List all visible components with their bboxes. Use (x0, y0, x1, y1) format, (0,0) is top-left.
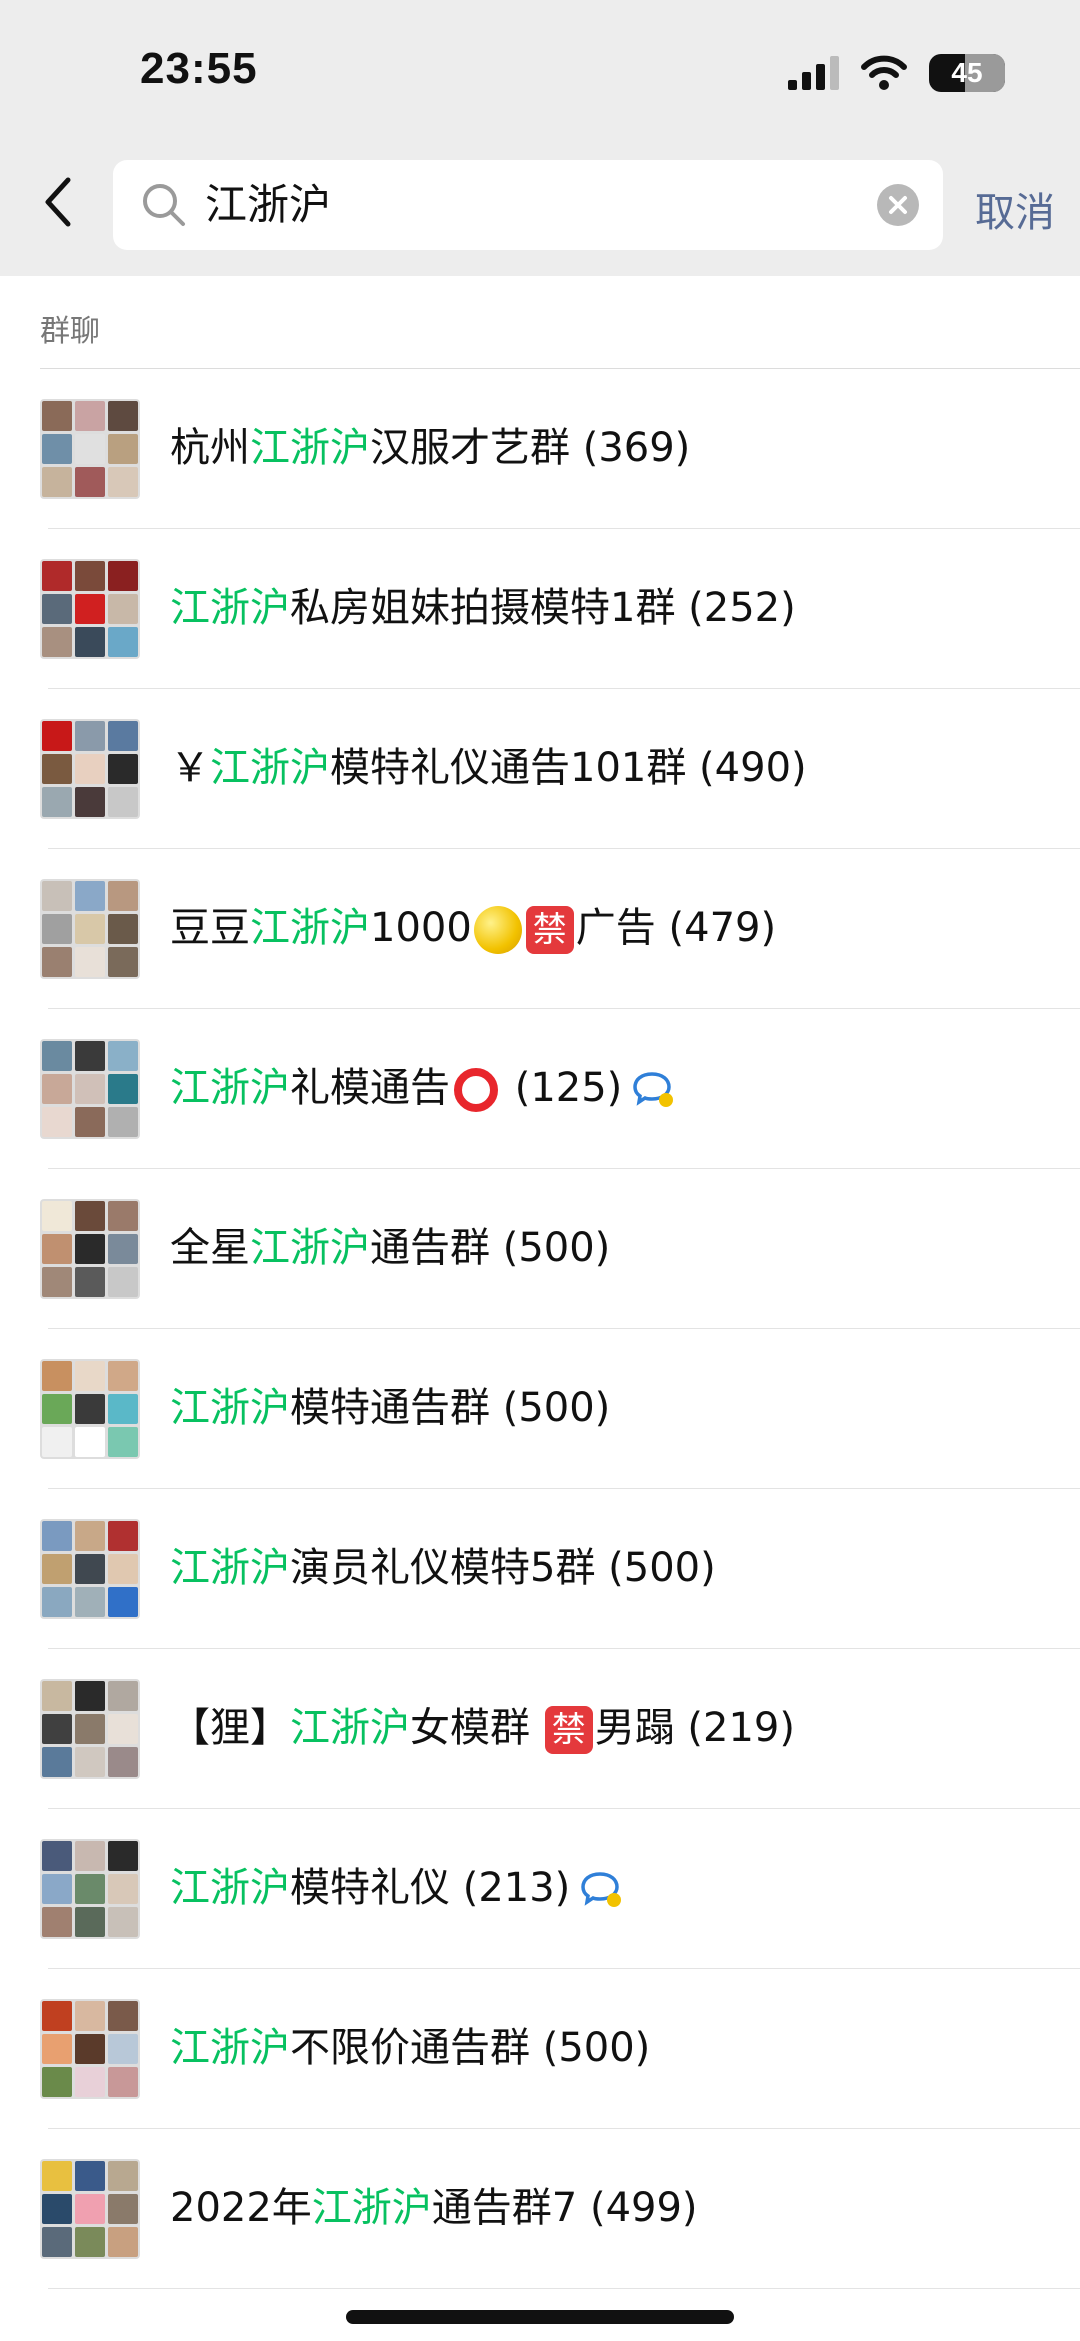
battery-indicator: 45 (929, 54, 1005, 92)
group-avatar (40, 719, 140, 819)
group-name-tail: (125) (502, 1065, 623, 1111)
group-avatar (40, 1519, 140, 1619)
group-name-prefix: 2022年 (170, 2185, 312, 2231)
group-name: 江浙沪私房姐妹拍摄模特1群 (252) (170, 577, 796, 639)
group-name-prefix: ￥ (170, 745, 210, 791)
group-item[interactable]: 2022年江浙沪通告群7 (499) (0, 2129, 1080, 2289)
top-bar: 23:55 45 江浙沪 取消 (0, 0, 1080, 276)
group-item[interactable]: 江浙沪礼模通告 (125) (0, 1009, 1080, 1169)
group-item[interactable]: ￥江浙沪模特礼仪通告101群 (490) (0, 689, 1080, 849)
chevron-left-icon (45, 177, 71, 227)
group-name: ￥江浙沪模特礼仪通告101群 (490) (170, 737, 807, 799)
group-avatar (40, 2159, 140, 2259)
back-button[interactable] (38, 172, 78, 232)
group-name-suffix: 模特礼仪通告101群 (490) (330, 745, 807, 791)
group-name: 江浙沪演员礼仪模特5群 (500) (170, 1537, 716, 1599)
search-match-highlight: 江浙沪 (170, 585, 290, 631)
close-icon (889, 196, 907, 214)
search-icon (143, 184, 185, 226)
cellular-signal-icon (788, 56, 839, 90)
group-avatar (40, 1839, 140, 1939)
group-name: 2022年江浙沪通告群7 (499) (170, 2177, 698, 2239)
group-item[interactable]: 豆豆江浙沪1000 禁广告 (479) (0, 849, 1080, 1009)
group-name: 全星江浙沪通告群 (500) (170, 1217, 610, 1279)
group-avatar (40, 399, 140, 499)
status-icons: 45 (788, 50, 1005, 96)
group-name-suffix: 通告群 (500) (370, 1225, 611, 1271)
group-name-prefix: 全星 (170, 1225, 250, 1271)
group-list: 杭州江浙沪汉服才艺群 (369) 江浙沪私房姐妹拍摄模特1群 (252) ￥江浙沪模… (0, 369, 1080, 2289)
group-item[interactable]: 江浙沪模特通告群 (500) (0, 1329, 1080, 1489)
group-avatar (40, 1039, 140, 1139)
group-avatar (40, 1999, 140, 2099)
group-name-suffix: 模特通告群 (500) (290, 1385, 611, 1431)
prohibited-emoji-icon: 禁 (544, 1706, 593, 1754)
group-name-suffix: 礼模通告 (290, 1065, 450, 1111)
group-name: 【狸】江浙沪女模群 禁男蹋 (219) (170, 1697, 795, 1759)
group-name: 江浙沪礼模通告 (125) (170, 1057, 676, 1119)
group-name: 江浙沪不限价通告群 (500) (170, 2017, 650, 2079)
chat-bubble-icon (581, 1872, 622, 1907)
clear-search-button[interactable] (877, 184, 919, 226)
group-item[interactable]: 全星江浙沪通告群 (500) (0, 1169, 1080, 1329)
row-divider (48, 2288, 1080, 2289)
group-name-tail: 男蹋 (219) (594, 1705, 795, 1751)
group-item[interactable]: 江浙沪不限价通告群 (500) (0, 1969, 1080, 2129)
section-title: 群聊 (40, 314, 100, 349)
search-match-highlight: 江浙沪 (311, 2185, 432, 2231)
search-box[interactable]: 江浙沪 (113, 160, 943, 250)
group-name-prefix: 【狸】 (170, 1705, 290, 1751)
status-time: 23:55 (140, 44, 258, 93)
group-item[interactable]: 江浙沪私房姐妹拍摄模特1群 (252) (0, 529, 1080, 689)
red-circle-emoji-icon (454, 1068, 498, 1112)
search-match-highlight: 江浙沪 (290, 1705, 410, 1751)
search-match-highlight: 江浙沪 (210, 745, 330, 791)
wifi-icon (861, 55, 907, 90)
chat-bubble-icon (633, 1072, 674, 1107)
search-match-highlight: 江浙沪 (170, 1065, 290, 1111)
search-match-highlight: 江浙沪 (170, 1545, 290, 1591)
group-name-suffix: 演员礼仪模特5群 (500) (290, 1545, 716, 1591)
battery-level: 45 (951, 57, 983, 88)
cancel-button[interactable]: 取消 (975, 180, 1055, 238)
group-item[interactable]: 江浙沪模特礼仪 (213) (0, 1809, 1080, 1969)
search-match-highlight: 江浙沪 (170, 1865, 290, 1911)
group-avatar (40, 879, 140, 979)
group-name-suffix: 女模群 (410, 1705, 543, 1751)
home-indicator (346, 2310, 734, 2324)
group-avatar (40, 1199, 140, 1299)
prohibited-emoji-icon: 禁 (525, 906, 574, 954)
group-name-tail: 广告 (479) (575, 905, 777, 951)
group-name: 豆豆江浙沪1000 禁广告 (479) (170, 897, 776, 959)
search-match-highlight: 江浙沪 (170, 1385, 290, 1431)
group-item[interactable]: 杭州江浙沪汉服才艺群 (369) (0, 369, 1080, 529)
group-item[interactable]: 【狸】江浙沪女模群 禁男蹋 (219) (0, 1649, 1080, 1809)
group-name-suffix: 模特礼仪 (213) (290, 1865, 571, 1911)
group-name-prefix: 杭州 (170, 425, 250, 471)
group-name-prefix: 豆豆 (170, 905, 250, 951)
group-name: 江浙沪模特通告群 (500) (170, 1377, 610, 1439)
group-name-suffix: 通告群7 (499) (431, 2185, 698, 2231)
group-avatar (40, 1679, 140, 1779)
group-item[interactable]: 江浙沪演员礼仪模特5群 (500) (0, 1489, 1080, 1649)
search-match-highlight: 江浙沪 (250, 1225, 370, 1271)
group-name: 江浙沪模特礼仪 (213) (170, 1857, 624, 1919)
group-name: 杭州江浙沪汉服才艺群 (369) (170, 417, 690, 479)
coin-emoji-icon (473, 906, 522, 954)
search-match-highlight: 江浙沪 (170, 2025, 290, 2071)
search-match-highlight: 江浙沪 (250, 905, 370, 951)
group-avatar (40, 559, 140, 659)
search-match-highlight: 江浙沪 (250, 425, 370, 471)
group-name-suffix: 汉服才艺群 (369) (370, 425, 691, 471)
group-avatar (40, 1359, 140, 1459)
search-input[interactable]: 江浙沪 (205, 176, 331, 234)
group-name-suffix: 不限价通告群 (500) (290, 2025, 651, 2071)
group-name-suffix: 私房姐妹拍摄模特1群 (252) (290, 585, 796, 631)
group-name-suffix: 1000 (370, 905, 472, 951)
